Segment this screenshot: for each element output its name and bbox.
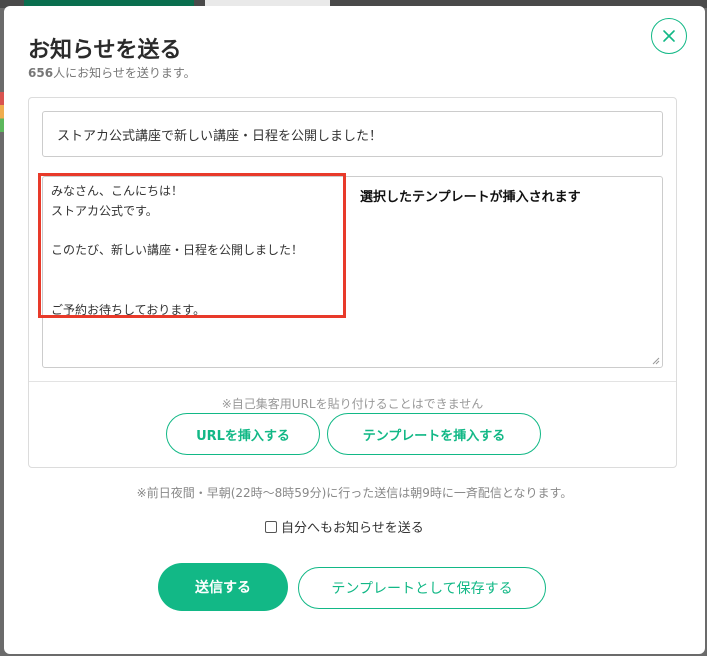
subject-input[interactable] (42, 111, 663, 157)
insert-template-button[interactable]: テンプレートを挿入する (327, 413, 541, 455)
recipient-count: 656 (28, 66, 54, 80)
self-notify-label[interactable]: 自分へもお知らせを送る (281, 517, 424, 536)
annotation-text: 選択したテンプレートが挿入されます (360, 190, 581, 205)
save-template-button[interactable]: テンプレートとして保存する (298, 567, 546, 609)
highlight-box (38, 173, 346, 318)
recipient-suffix: 人にお知らせを送ります。 (53, 66, 196, 80)
send-button[interactable]: 送信する (158, 563, 288, 611)
recipient-summary: 656人にお知らせを送ります。 (28, 64, 196, 81)
insert-url-button[interactable]: URLを挿入する (166, 413, 320, 455)
url-restriction-note: ※自己集客用URLを貼り付けることはできません (221, 397, 484, 411)
self-notify-row[interactable]: 自分へもお知らせを送る (265, 517, 424, 536)
panel-divider (29, 381, 676, 382)
close-button[interactable] (651, 18, 687, 54)
delivery-note: ※前日夜間・早朝(22時〜8時59分)に行った送信は朝9時に一斉配信となります。 (136, 486, 573, 500)
modal-title: お知らせを送る (28, 38, 182, 63)
resize-grip-icon[interactable] (651, 356, 660, 365)
self-notify-checkbox[interactable] (265, 520, 277, 533)
close-icon (663, 30, 675, 42)
send-notice-modal: お知らせを送る 656人にお知らせを送ります。 みなさん、こんにちは！ ストアカ… (4, 6, 705, 654)
